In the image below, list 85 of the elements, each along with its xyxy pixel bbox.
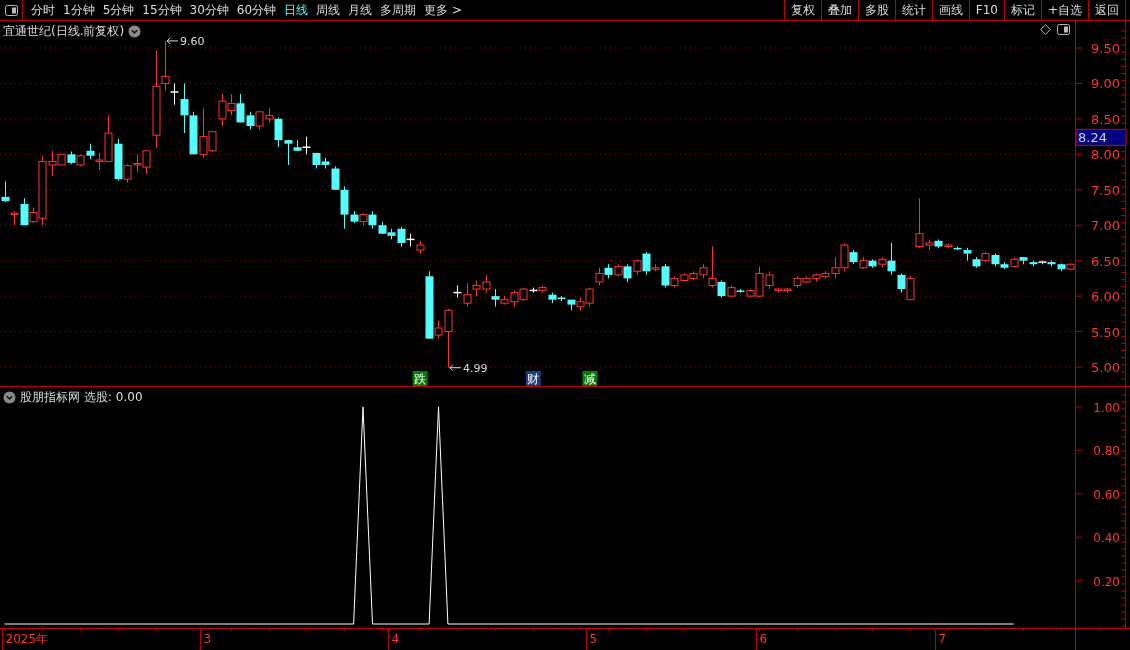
candlestick [378, 221, 387, 235]
candlestick [614, 263, 623, 277]
axis-label: 0.80 [1093, 444, 1120, 459]
leader-arrow [449, 364, 462, 372]
panel-toggle-icon[interactable] [4, 4, 18, 16]
candlestick [538, 285, 547, 294]
collapse-icon[interactable] [3, 390, 16, 404]
toolbar-button[interactable]: 标记 [1003, 0, 1041, 20]
event-marker[interactable]: 财 [525, 371, 541, 386]
period-tab[interactable]: 分时 [27, 0, 59, 20]
axis-label: 0.40 [1093, 531, 1120, 546]
event-marker[interactable]: 减 [582, 371, 598, 386]
toolbar-button[interactable]: 统计 [894, 0, 932, 20]
period-tab[interactable]: 更多 > [420, 0, 466, 20]
candlestick [67, 151, 76, 165]
indicator-reading: 选股: 0.00 [84, 389, 143, 406]
candlestick [972, 256, 981, 269]
axis-label: 0.20 [1093, 574, 1120, 589]
candlestick [416, 240, 425, 255]
axis-label: 5.50 [1091, 324, 1120, 340]
axis-label: 7.50 [1091, 182, 1120, 198]
candlestick [680, 272, 689, 283]
date-label: 7 [938, 632, 947, 646]
date-label: 4 [391, 632, 400, 646]
axis-label: 9.00 [1091, 76, 1120, 92]
indicator-title: 股朋指标网 [20, 389, 80, 406]
panel-toggle-icon[interactable] [1057, 24, 1070, 35]
candlestick [812, 272, 821, 283]
candlestick [133, 153, 142, 173]
candlestick [255, 111, 264, 131]
axis-label: 8.50 [1091, 111, 1120, 127]
period-tab[interactable]: 5分钟 [98, 0, 139, 20]
period-tab[interactable]: 多周期 [376, 0, 421, 20]
candlestick [868, 258, 877, 269]
chart-title: 宜通世纪(日线.前复权) [3, 23, 125, 40]
candlestick [906, 275, 915, 301]
axis-label: 1.00 [1093, 400, 1120, 415]
price-annotation: 9.60 [180, 34, 205, 48]
toolbar-button[interactable]: 多股 [857, 0, 895, 20]
cursor-price-label: 8.24 [1075, 128, 1127, 146]
toolbar-button[interactable]: 返回 [1088, 0, 1125, 20]
candlestick [189, 111, 198, 155]
axis-label: 0.60 [1093, 487, 1120, 502]
leader-arrow [166, 37, 179, 45]
candlestick [359, 212, 368, 226]
axis-label: 6.00 [1091, 289, 1120, 305]
period-tab[interactable]: 日线 [280, 0, 313, 20]
period-tab[interactable]: 60分钟 [232, 0, 281, 20]
candlestick [86, 143, 95, 160]
date-label: 6 [759, 632, 768, 646]
toolbar-button[interactable]: +自选 [1040, 0, 1088, 20]
candlestick [595, 267, 604, 286]
toolbar-button[interactable]: 画线 [931, 0, 969, 20]
date-label: 2025年 [5, 632, 49, 646]
axis-label: 5.00 [1091, 360, 1120, 375]
date-label: 3 [203, 632, 212, 646]
toolbar-button[interactable]: F10 [968, 0, 1004, 20]
candlestick [604, 263, 613, 279]
period-tab[interactable]: 30分钟 [185, 0, 233, 20]
candlestick [633, 258, 642, 276]
candlestick [859, 256, 868, 270]
candlestick [76, 153, 85, 167]
candlestick [623, 263, 632, 283]
axis-label: 6.50 [1091, 253, 1120, 269]
axis-label: 7.00 [1091, 218, 1120, 234]
price-annotation: 4.99 [462, 361, 488, 375]
period-tab[interactable]: 15分钟 [138, 0, 186, 20]
date-label: 5 [589, 632, 598, 646]
candlestick [1057, 263, 1066, 272]
toolbar-button[interactable]: 复权 [784, 0, 821, 20]
period-tab[interactable]: 月线 [344, 0, 377, 20]
axis-label: 9.50 [1091, 41, 1120, 56]
diamond-icon[interactable] [1040, 24, 1051, 35]
collapse-icon[interactable] [128, 24, 142, 38]
candlestick [482, 274, 491, 294]
event-marker[interactable]: 跌 [412, 371, 428, 386]
period-tab[interactable]: 周线 [312, 0, 345, 20]
candlestick [981, 251, 990, 263]
toolbar-button[interactable]: 叠加 [820, 0, 858, 20]
candlestick [1, 180, 10, 203]
period-tab[interactable]: 1分钟 [59, 0, 99, 20]
axis-label: 8.00 [1091, 147, 1120, 163]
candlestick [1066, 263, 1075, 272]
candlestick [368, 210, 377, 230]
candlestick [312, 152, 321, 169]
